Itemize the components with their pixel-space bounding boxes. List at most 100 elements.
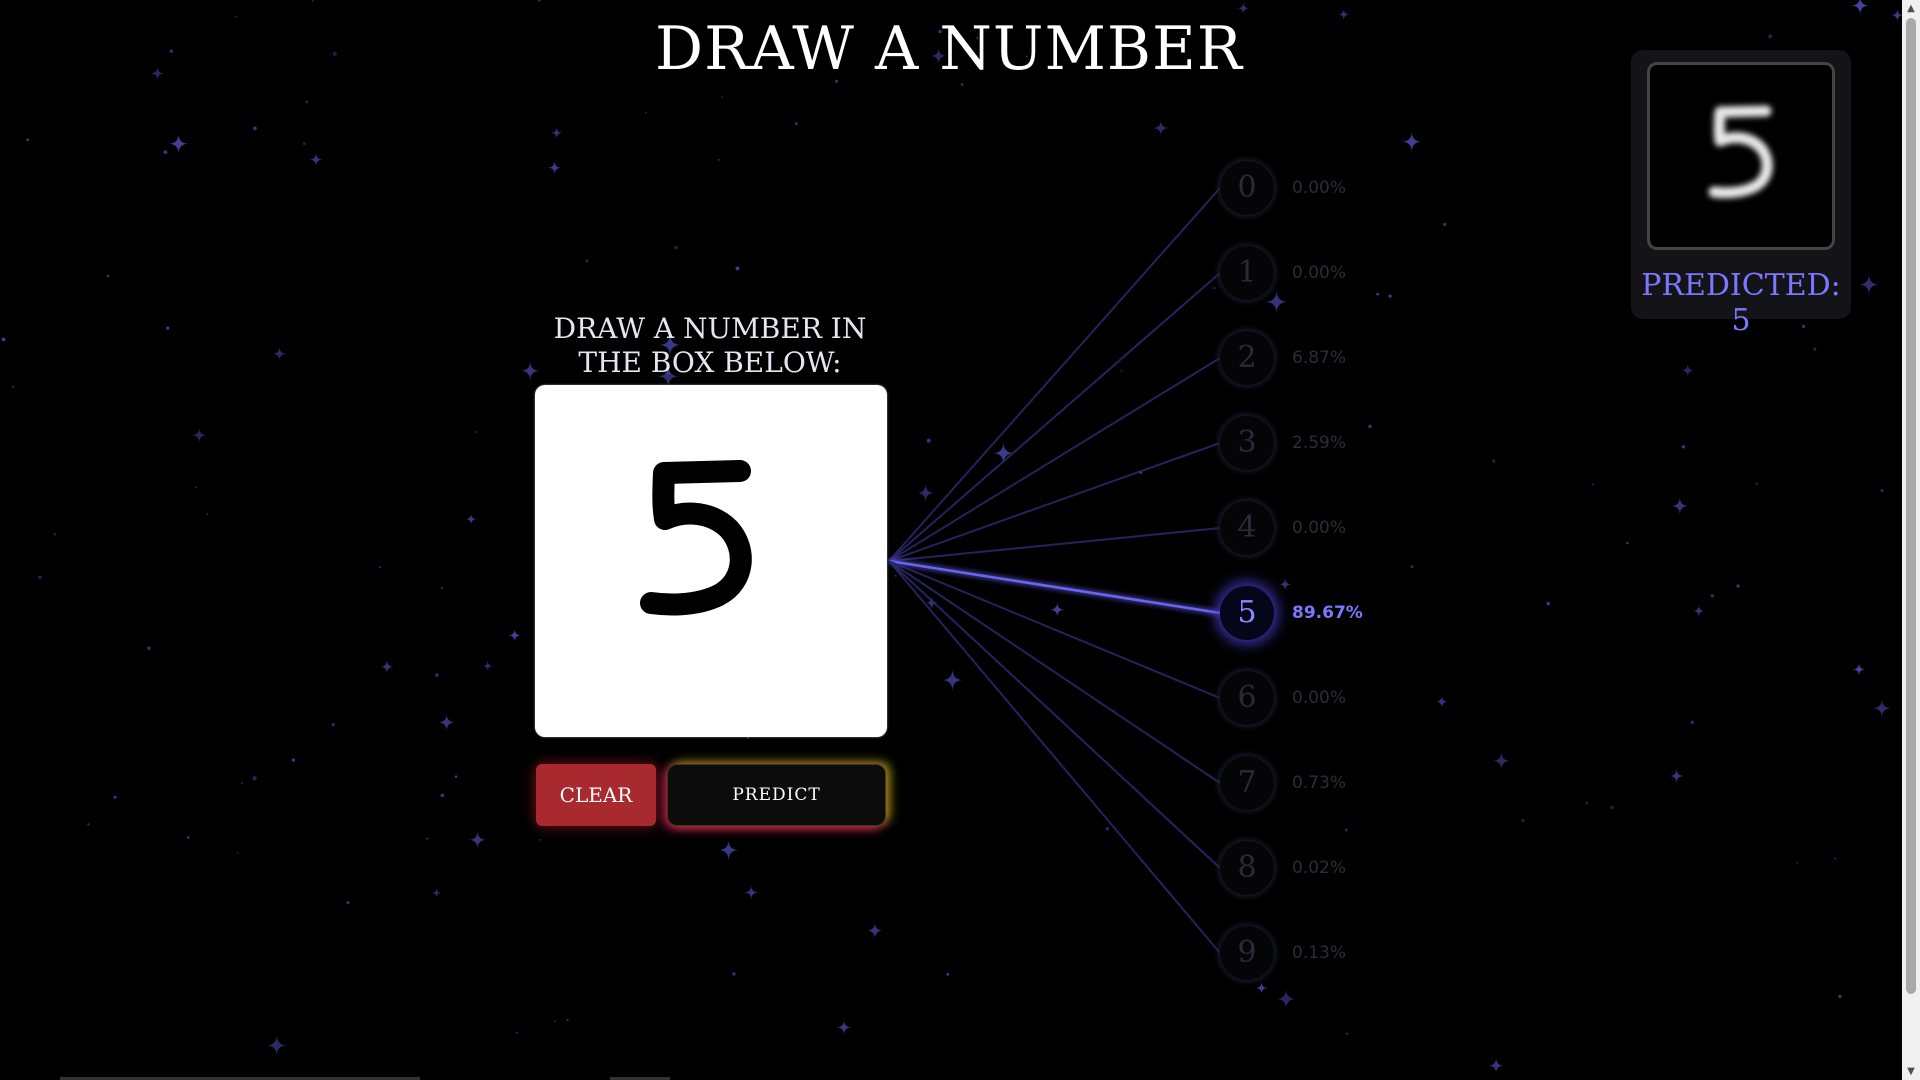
star-sparkle [1850, 0, 1870, 15]
star-sparkle [1255, 981, 1269, 995]
drawn-digit-stroke [640, 460, 752, 616]
star-dot [163, 150, 168, 155]
star-dot [1521, 819, 1525, 823]
output-node-5: 5 [1220, 586, 1274, 640]
star-sparkle [465, 513, 477, 526]
star-dot [291, 758, 296, 762]
prediction-panel: PREDICTED: 5 [1631, 50, 1851, 338]
predict-button[interactable]: PREDICT [667, 764, 886, 826]
star-dot [106, 274, 110, 278]
triangle-down-icon[interactable]: ▼ [1902, 1063, 1920, 1080]
star-dot [1120, 370, 1123, 372]
star-dot [1626, 541, 1629, 545]
star-dot [331, 722, 336, 727]
output-node-2: 2 [1220, 331, 1274, 385]
page-title: DRAW A NUMBER [655, 14, 1243, 84]
star-dot [717, 158, 720, 161]
star-dot [434, 673, 439, 677]
star-dot [1736, 584, 1740, 588]
star-dot [206, 513, 209, 515]
output-probability-6: 0.00% [1292, 688, 1347, 708]
output-probability-1: 0.00% [1292, 263, 1347, 283]
star-sparkle [1858, 274, 1880, 296]
star-sparkle [1275, 988, 1297, 1010]
star-dot [26, 138, 30, 142]
star-dot [732, 972, 736, 976]
star-sparkle [925, 596, 939, 610]
star-sparkle [1492, 751, 1511, 770]
output-probability-9: 0.13% [1292, 943, 1347, 963]
star-sparkle [718, 839, 740, 861]
output-node-1: 1 [1220, 246, 1274, 300]
star-dot [1368, 424, 1372, 429]
output-probability-4: 0.00% [1292, 518, 1347, 538]
star-dot [1, 337, 6, 342]
star-sparkle [1692, 604, 1705, 618]
star-dot [566, 1019, 569, 1021]
star-dot [1834, 857, 1837, 860]
star-dot [1681, 445, 1685, 449]
instructions-text: DRAW A NUMBER IN THE BOX BELOW: [553, 312, 867, 379]
prediction-preview-image [1647, 62, 1835, 250]
star-dot [302, 142, 306, 146]
star-dot [1609, 805, 1614, 810]
star-dot [240, 782, 243, 784]
star-sparkle [431, 887, 442, 899]
star-dot [554, 1020, 556, 1023]
star-dot [11, 385, 15, 389]
star-sparkle [482, 660, 493, 672]
star-dot [113, 795, 117, 799]
star-sparkle [916, 483, 935, 503]
star-dot [426, 837, 429, 840]
star-dot [1345, 1032, 1349, 1035]
star-dot [346, 901, 350, 905]
star-sparkle [1435, 695, 1449, 709]
star-dot [1139, 471, 1143, 474]
star-sparkle [265, 1034, 288, 1057]
star-sparkle [1278, 577, 1292, 592]
star-sparkle [168, 133, 189, 154]
star-sparkle [379, 659, 395, 674]
star-sparkle [866, 922, 884, 940]
star-dot [1591, 483, 1595, 486]
star-dot [926, 438, 931, 443]
star-sparkle [1237, 2, 1250, 15]
star-dot [1376, 292, 1380, 296]
star-dot [195, 486, 198, 489]
triangle-up-icon[interactable]: ▲ [1902, 0, 1920, 17]
star-dot [1388, 294, 1392, 298]
drawing-canvas[interactable] [535, 385, 887, 737]
star-dot [539, 838, 542, 841]
star-sparkle [1401, 131, 1423, 153]
star-sparkle [550, 126, 563, 140]
star-sparkle [547, 160, 562, 175]
star-dot [1546, 601, 1551, 606]
clear-button[interactable]: CLEAR [536, 764, 656, 826]
star-dot [252, 776, 257, 781]
star-dot [794, 122, 798, 126]
star-dot [585, 259, 589, 263]
star-dot [147, 646, 151, 651]
star-sparkle [191, 427, 207, 444]
star-sparkle [836, 1019, 852, 1036]
scrollbar-thumb[interactable] [1906, 18, 1916, 994]
vertical-scrollbar[interactable]: ▲ ▼ [1902, 0, 1920, 1080]
star-dot [454, 775, 458, 778]
output-probability-3: 2.59% [1292, 433, 1347, 453]
star-dot [1410, 565, 1414, 569]
star-dot [894, 574, 897, 577]
star-dot [305, 100, 308, 104]
star-dot [1813, 347, 1817, 351]
star-dot [1492, 459, 1496, 463]
starfield-background [1, 0, 1902, 1074]
star-dot [644, 111, 647, 114]
star-dot [1880, 488, 1884, 492]
prediction-label: PREDICTED: 5 [1641, 268, 1841, 338]
star-dot [721, 96, 724, 99]
output-probability-0: 0.00% [1292, 178, 1347, 198]
app-stage: DRAW A NUMBER DRAW A NUMBER IN THE BOX B… [0, 0, 1920, 1080]
star-dot [1443, 222, 1447, 227]
star-sparkle [1670, 496, 1690, 516]
star-sparkle [309, 152, 323, 167]
star-dot [475, 430, 478, 434]
